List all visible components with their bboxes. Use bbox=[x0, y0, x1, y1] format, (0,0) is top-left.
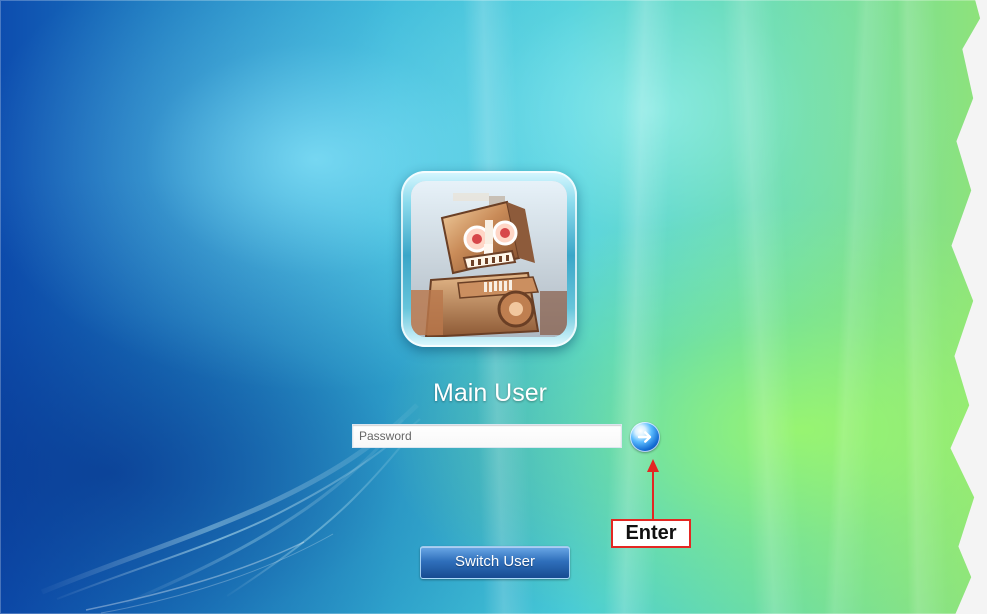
login-screen-page: Main User Enter Switch User bbox=[0, 0, 987, 614]
windows-login-background: Main User Enter Switch User bbox=[0, 0, 981, 614]
robot-avatar-icon bbox=[411, 181, 567, 337]
arrow-right-icon bbox=[637, 431, 652, 443]
switch-user-button[interactable]: Switch User bbox=[420, 546, 570, 579]
user-avatar-frame bbox=[401, 171, 577, 347]
username-label: Main User bbox=[433, 379, 547, 407]
submit-button[interactable] bbox=[630, 422, 660, 452]
password-input[interactable] bbox=[352, 424, 622, 448]
enter-callout-label: Enter bbox=[611, 519, 691, 548]
